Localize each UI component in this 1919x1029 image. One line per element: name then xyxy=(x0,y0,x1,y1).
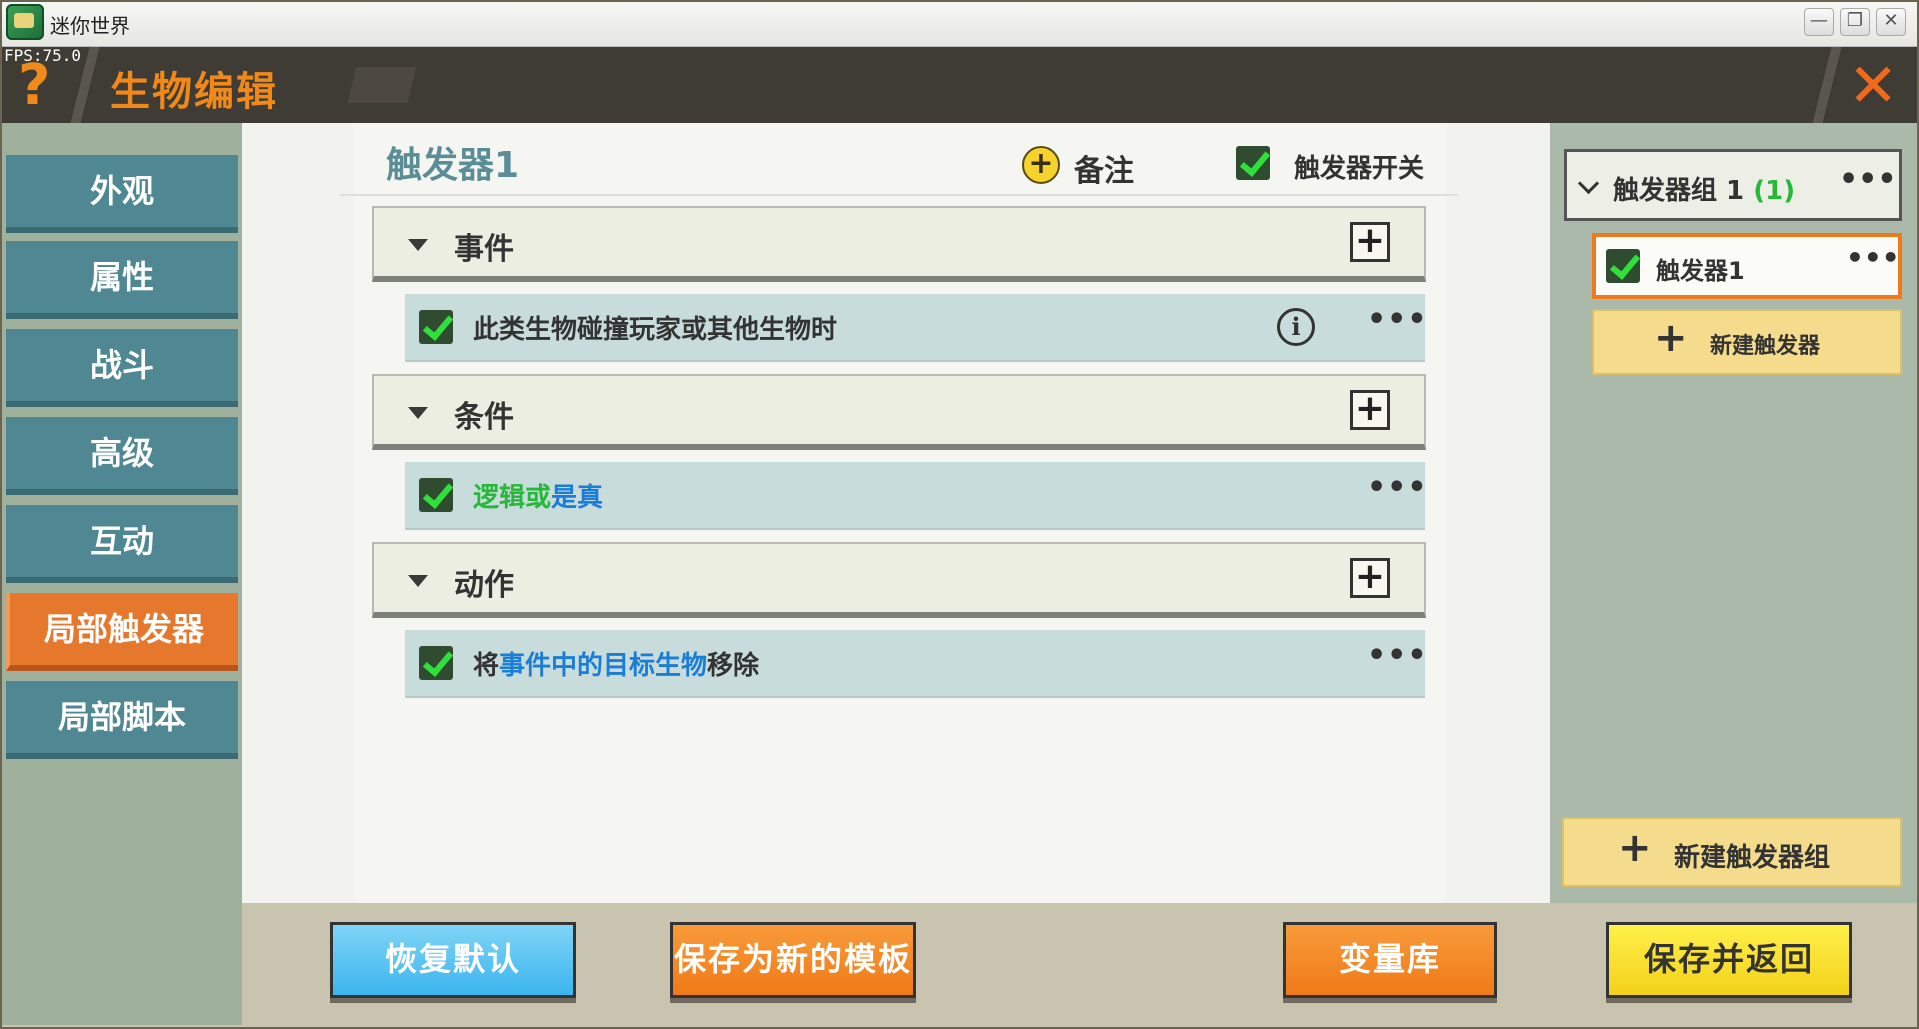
trigger-item-checkbox[interactable] xyxy=(1606,249,1640,283)
info-icon[interactable]: i xyxy=(1277,308,1315,346)
restore-default-button[interactable]: 恢复默认 xyxy=(330,922,576,998)
header-divider-right xyxy=(1812,47,1842,123)
add-event-button[interactable]: + xyxy=(1350,222,1390,262)
sidebar: 外观 属性 战斗 高级 互动 局部触发器 局部脚本 xyxy=(2,123,242,1025)
sidebar-item-combat[interactable]: 战斗 xyxy=(6,329,238,407)
condition-row-text[interactable]: 逻辑或是真 xyxy=(473,477,603,514)
plus-icon: + xyxy=(1654,315,1688,361)
add-note-label: 备注 xyxy=(1074,154,1134,189)
event-row-checkbox[interactable] xyxy=(419,310,453,344)
trigger-switch-checkbox[interactable] xyxy=(1236,146,1270,180)
event-row[interactable]: 此类生物碰撞玩家或其他生物时 i ••• xyxy=(405,294,1428,362)
condition-logic-or[interactable]: 逻辑或 xyxy=(473,483,551,513)
action-row-checkbox[interactable] xyxy=(419,646,453,680)
action-text-suffix: 移除 xyxy=(707,651,760,681)
editor-header: ? 生物编辑 ✕ xyxy=(2,47,1917,123)
trigger-item-label: 触发器1 xyxy=(1656,257,1745,285)
trigger-group-count: (1) xyxy=(1753,176,1796,206)
sidebar-item-advanced[interactable]: 高级 xyxy=(6,417,238,495)
collapse-icon[interactable] xyxy=(408,239,428,251)
close-icon[interactable]: ✕ xyxy=(1848,51,1898,121)
title-divider xyxy=(340,194,1458,196)
condition-is-true[interactable]: 是真 xyxy=(551,483,603,513)
add-action-button[interactable]: + xyxy=(1350,558,1390,598)
trigger-group-name: 触发器组 1 xyxy=(1613,176,1745,206)
fps-counter: FPS:75.0 xyxy=(4,46,82,65)
add-note-icon: + xyxy=(1022,146,1060,184)
add-condition-button[interactable]: + xyxy=(1350,390,1390,430)
condition-row[interactable]: 逻辑或是真 ••• xyxy=(405,462,1428,530)
minimize-button[interactable]: — xyxy=(1804,8,1834,36)
app-title: 迷你世界 xyxy=(50,14,130,38)
page-title: 生物编辑 xyxy=(110,69,278,115)
action-row-text[interactable]: 将事件中的目标生物移除 xyxy=(473,645,759,682)
trigger-name[interactable]: 触发器1 xyxy=(386,136,519,188)
collapse-icon[interactable] xyxy=(408,407,428,419)
chevron-down-icon[interactable] xyxy=(1577,172,1600,195)
action-target-param[interactable]: 事件中的目标生物 xyxy=(499,651,707,681)
game-window: 迷你世界 — ❐ ✕ ? 生物编辑 ✕ FPS:75.0 外观 属性 战斗 高级… xyxy=(0,0,1919,1029)
sidebar-item-local-script[interactable]: 局部脚本 xyxy=(6,681,238,759)
app-icon xyxy=(6,4,44,40)
trigger-list-item[interactable]: 触发器1 ••• xyxy=(1592,233,1902,299)
save-and-return-button[interactable]: 保存并返回 xyxy=(1606,922,1852,998)
event-row-text[interactable]: 此类生物碰撞玩家或其他生物时 xyxy=(473,309,837,346)
save-as-template-button[interactable]: 保存为新的模板 xyxy=(670,922,916,998)
more-options-icon[interactable]: ••• xyxy=(1846,241,1900,274)
action-text-prefix: 将 xyxy=(473,651,500,681)
event-section-label: 事件 xyxy=(454,232,514,267)
action-section-header[interactable]: 动作 + xyxy=(372,542,1426,618)
more-options-icon[interactable]: ••• xyxy=(1367,302,1428,337)
collapse-icon[interactable] xyxy=(408,575,428,587)
more-options-icon[interactable]: ••• xyxy=(1367,638,1428,673)
trigger-switch-label: 触发器开关 xyxy=(1294,154,1425,184)
trigger-group-header[interactable]: 触发器组 1 (1) ••• xyxy=(1564,149,1902,221)
sidebar-item-local-trigger[interactable]: 局部触发器 xyxy=(6,593,238,671)
condition-section-header[interactable]: 条件 + xyxy=(372,374,1426,450)
action-section-label: 动作 xyxy=(454,568,514,603)
new-trigger-group-label: 新建触发器组 xyxy=(1674,843,1831,873)
condition-section-label: 条件 xyxy=(454,400,514,435)
new-trigger-group-button[interactable]: + 新建触发器组 xyxy=(1562,817,1902,887)
trigger-group-label: 触发器组 1 (1) xyxy=(1613,170,1795,207)
restore-button[interactable]: ❐ xyxy=(1840,8,1870,36)
condition-row-checkbox[interactable] xyxy=(419,478,453,512)
header-decoration xyxy=(347,67,417,103)
variable-library-button[interactable]: 变量库 xyxy=(1283,922,1497,998)
plus-icon: + xyxy=(1618,825,1652,871)
sidebar-item-appearance[interactable]: 外观 xyxy=(6,155,238,233)
event-section-header[interactable]: 事件 + xyxy=(372,206,1426,282)
sidebar-item-interaction[interactable]: 互动 xyxy=(6,505,238,583)
window-close-button[interactable]: ✕ xyxy=(1876,8,1906,36)
sidebar-item-attributes[interactable]: 属性 xyxy=(6,241,238,319)
new-trigger-label: 新建触发器 xyxy=(1710,334,1821,359)
os-title-bar: 迷你世界 — ❐ ✕ xyxy=(0,0,1919,47)
more-options-icon[interactable]: ••• xyxy=(1839,162,1897,197)
action-row[interactable]: 将事件中的目标生物移除 ••• xyxy=(405,630,1428,698)
new-trigger-button[interactable]: + 新建触发器 xyxy=(1592,309,1902,375)
more-options-icon[interactable]: ••• xyxy=(1367,470,1428,505)
